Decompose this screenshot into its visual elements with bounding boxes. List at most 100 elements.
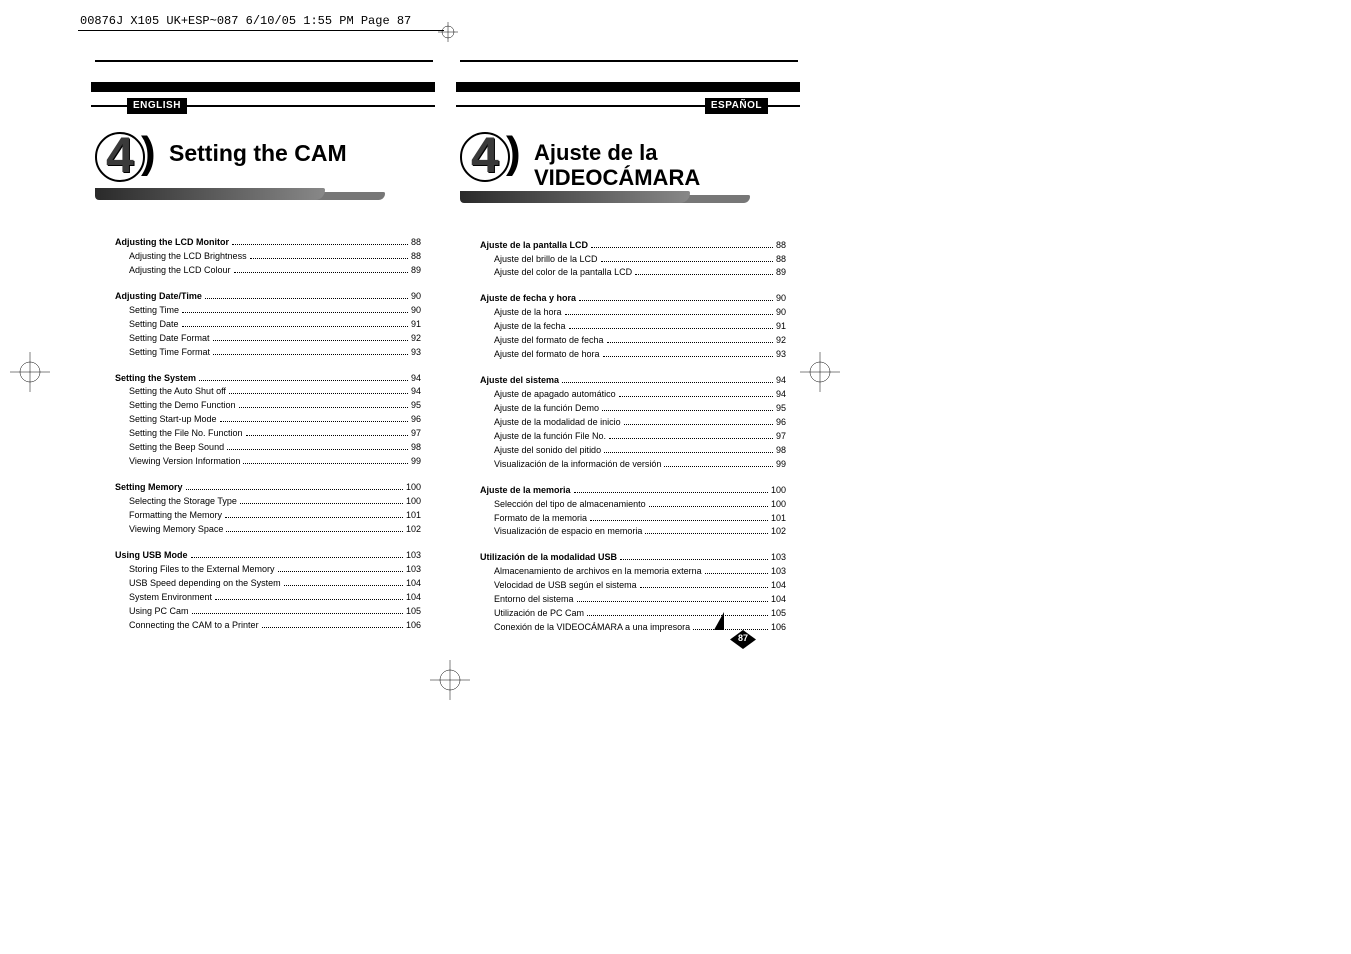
toc-item-page: 99 <box>776 458 786 472</box>
toc-heading-page: 103 <box>406 549 421 563</box>
toc-item-page: 97 <box>411 427 421 441</box>
swoosh-divider-right <box>482 189 782 213</box>
toc-item-page: 103 <box>771 565 786 579</box>
toc-dots <box>284 585 403 586</box>
toc-heading-page: 100 <box>771 484 786 498</box>
toc-dots <box>604 452 773 453</box>
toc-dots <box>574 492 768 493</box>
header-bars: ESPAÑOL <box>460 60 800 110</box>
toc-dots <box>591 247 773 248</box>
toc-dots <box>635 274 773 275</box>
toc-dots <box>601 261 773 262</box>
toc-dots <box>220 421 408 422</box>
toc-section: Adjusting Date/Time90Setting Time90Setti… <box>115 290 421 360</box>
toc-item-page: 106 <box>771 621 786 635</box>
toc-item-page: 104 <box>771 593 786 607</box>
chapter-paren-icon: ) <box>506 128 521 178</box>
toc-heading: Ajuste de la pantalla LCD88 <box>480 239 786 253</box>
toc-dots <box>565 314 773 315</box>
toc-item-label: Adjusting the LCD Brightness <box>129 250 247 264</box>
toc-dots <box>579 300 773 301</box>
toc-item-label: Conexión de la VIDEOCÁMARA a una impreso… <box>494 621 690 635</box>
toc-dots <box>226 531 403 532</box>
toc-item: Ajuste del sonido del pitido98 <box>480 444 786 458</box>
toc-item-label: Ajuste de apagado automático <box>494 388 616 402</box>
toc-dots <box>229 393 408 394</box>
toc-section: Ajuste de la memoria100Selección del tip… <box>480 484 786 540</box>
toc-item-label: Ajuste de la modalidad de inicio <box>494 416 621 430</box>
toc-dots <box>213 354 408 355</box>
toc-item-label: Setting the Beep Sound <box>129 441 224 455</box>
toc-item-page: 90 <box>411 304 421 318</box>
print-slug-line <box>78 30 444 31</box>
toc-item-page: 101 <box>406 509 421 523</box>
toc-item-label: Storing Files to the External Memory <box>129 563 275 577</box>
toc-item-page: 102 <box>771 525 786 539</box>
toc-dots <box>250 258 408 259</box>
toc-item: Storing Files to the External Memory103 <box>115 563 421 577</box>
toc-left: Adjusting the LCD Monitor88Adjusting the… <box>115 236 421 632</box>
toc-item-label: Velocidad de USB según el sistema <box>494 579 637 593</box>
toc-heading: Using USB Mode103 <box>115 549 421 563</box>
toc-section: Ajuste de fecha y hora90Ajuste de la hor… <box>480 292 786 362</box>
toc-heading: Setting the System94 <box>115 372 421 386</box>
toc-item-page: 93 <box>776 348 786 362</box>
toc-dots <box>205 298 408 299</box>
toc-dots <box>182 312 408 313</box>
print-slug: 00876J X105 UK+ESP~087 6/10/05 1:55 PM P… <box>80 14 411 28</box>
toc-item-label: Ajuste del formato de fecha <box>494 334 604 348</box>
toc-item-page: 105 <box>771 607 786 621</box>
toc-item-label: Ajuste de la función File No. <box>494 430 606 444</box>
toc-item-page: 106 <box>406 619 421 633</box>
toc-item-label: Entorno del sistema <box>494 593 574 607</box>
toc-item: Almacenamiento de archivos en la memoria… <box>480 565 786 579</box>
toc-item: Utilización de PC Cam105 <box>480 607 786 621</box>
toc-item: Ajuste de la función Demo95 <box>480 402 786 416</box>
toc-item: Ajuste de la función File No.97 <box>480 430 786 444</box>
toc-item-label: Almacenamiento de archivos en la memoria… <box>494 565 702 579</box>
toc-heading: Adjusting the LCD Monitor88 <box>115 236 421 250</box>
toc-item: Ajuste de la fecha91 <box>480 320 786 334</box>
toc-heading-page: 103 <box>771 551 786 565</box>
toc-dots <box>227 449 408 450</box>
toc-item-page: 91 <box>411 318 421 332</box>
chapter-heading-left: ) 4 Setting the CAM <box>95 130 435 188</box>
toc-dots <box>603 356 773 357</box>
chapter-number: 4 <box>106 126 134 184</box>
swoosh-divider-left <box>117 186 417 210</box>
toc-item-page: 92 <box>411 332 421 346</box>
toc-dots <box>607 342 773 343</box>
toc-heading: Ajuste del sistema94 <box>480 374 786 388</box>
toc-heading: Adjusting Date/Time90 <box>115 290 421 304</box>
toc-item: Adjusting the LCD Brightness 88 <box>115 250 421 264</box>
toc-item-page: 91 <box>776 320 786 334</box>
toc-dots <box>232 244 408 245</box>
toc-item: Ajuste del brillo de la LCD88 <box>480 253 786 267</box>
toc-item: Selecting the Storage Type100 <box>115 495 421 509</box>
toc-dots <box>624 424 773 425</box>
toc-item-page: 88 <box>411 250 421 264</box>
chapter-number: 4 <box>471 126 499 184</box>
toc-item: Visualización de espacio en memoria102 <box>480 525 786 539</box>
toc-heading-page: 88 <box>411 236 421 250</box>
toc-item-page: 99 <box>411 455 421 469</box>
toc-item-label: Setting Date <box>129 318 179 332</box>
toc-section: Utilización de la modalidad USB103Almace… <box>480 551 786 635</box>
toc-dots <box>278 571 403 572</box>
toc-dots <box>649 506 768 507</box>
toc-dots <box>213 340 408 341</box>
toc-item: Setting the Beep Sound98 <box>115 441 421 455</box>
toc-item-page: 90 <box>776 306 786 320</box>
toc-item-page: 105 <box>406 605 421 619</box>
toc-item-page: 96 <box>776 416 786 430</box>
toc-item: Ajuste del formato de fecha92 <box>480 334 786 348</box>
registration-mark-left-icon <box>10 352 50 392</box>
toc-item: Setting the Auto Shut off94 <box>115 385 421 399</box>
toc-item-label: Viewing Version Information <box>129 455 240 469</box>
toc-dots <box>192 613 403 614</box>
toc-item-label: Setting Date Format <box>129 332 210 346</box>
toc-dots <box>645 533 768 534</box>
toc-item: Setting the Demo Function95 <box>115 399 421 413</box>
corner-triangle-icon <box>714 612 724 630</box>
toc-dots <box>225 517 403 518</box>
